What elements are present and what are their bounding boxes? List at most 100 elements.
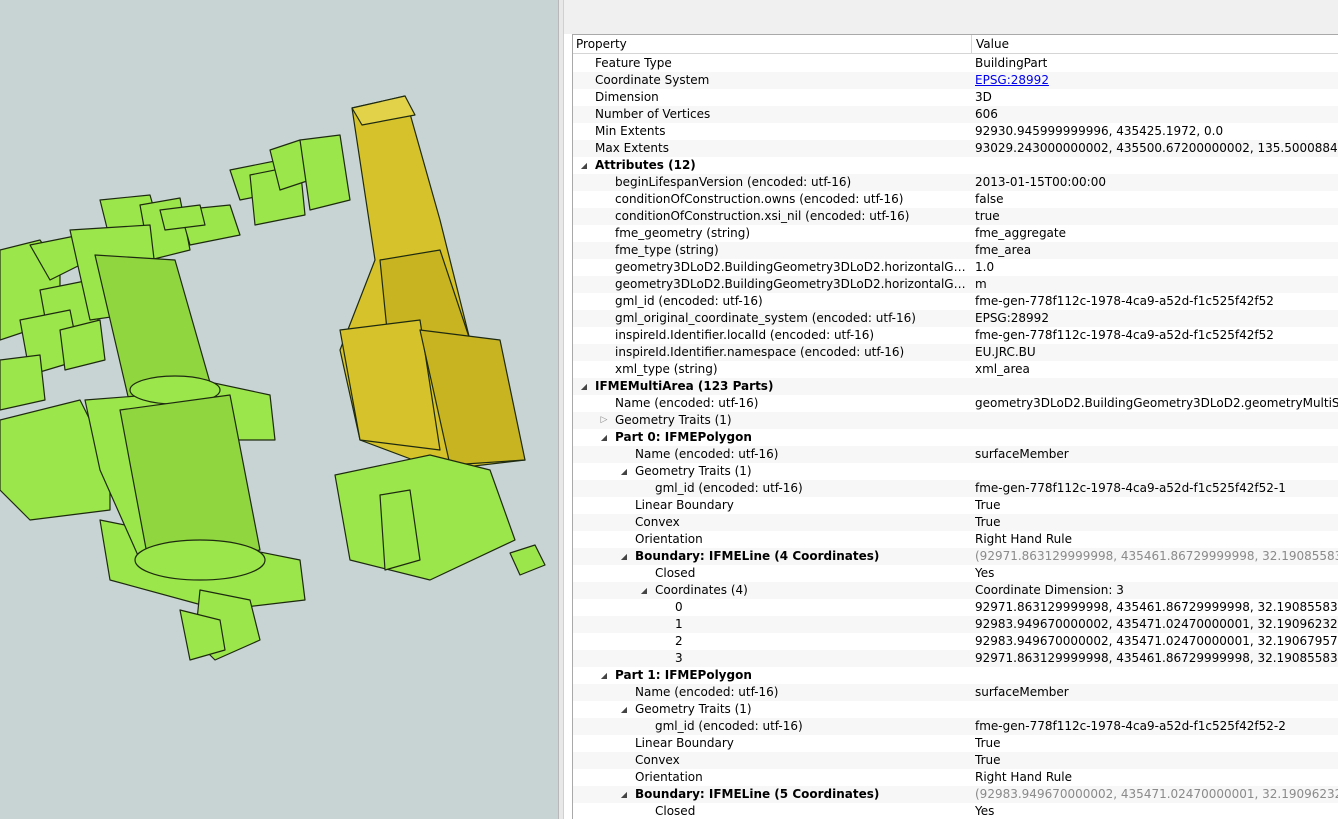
property-name: Boundary: IFMELine (5 Coordinates): [635, 787, 880, 801]
property-value: Right Hand Rule: [975, 532, 1072, 546]
property-value: 93029.243000000002, 435500.67200000002, …: [975, 141, 1338, 155]
property-name: gml_id (encoded: utf-16): [615, 294, 763, 308]
tree-row[interactable]: 1 92983.949670000002, 435471.02470000001,…: [573, 616, 1338, 633]
tree-row[interactable]: Max Extents 93029.243000000002, 435500.67…: [573, 140, 1338, 157]
tree-row[interactable]: Name (encoded: utf-16) geometry3DLoD2.Bui…: [573, 395, 1338, 412]
feature-property-tree[interactable]: Property Value Feature Type BuildingPart C…: [572, 34, 1338, 819]
tree-row[interactable]: ◢ Boundary: IFMELine (4 Coordinates) (9297…: [573, 548, 1338, 565]
tree-row[interactable]: geometry3DLoD2.BuildingGeometry3DLoD2.ho…: [573, 259, 1338, 276]
property-value: fme_area: [975, 243, 1032, 257]
column-header-value[interactable]: Value: [976, 37, 1009, 51]
tree-row[interactable]: 3 92971.863129999998, 435461.86729999998,…: [573, 650, 1338, 667]
tree-row[interactable]: ◢ IFMEMultiArea (123 Parts): [573, 378, 1338, 395]
expanded-triangle-icon[interactable]: ◢: [599, 429, 609, 446]
tree-row[interactable]: gml_id (encoded: utf-16) fme-gen-778f112c…: [573, 718, 1338, 735]
tree-row[interactable]: ◢ Geometry Traits (1): [573, 701, 1338, 718]
property-value: True: [975, 515, 1001, 529]
tree-row[interactable]: Feature Type BuildingPart: [573, 55, 1338, 72]
tree-row[interactable]: Min Extents 92930.945999999996, 435425.19…: [573, 123, 1338, 140]
tree-row[interactable]: inspireId.Identifier.localId (encoded: u…: [573, 327, 1338, 344]
property-value: true: [975, 209, 1000, 223]
property-value: (92971.863129999998, 435461.86729999998,…: [975, 549, 1338, 563]
tree-row[interactable]: Linear Boundary True: [573, 735, 1338, 752]
tree-row[interactable]: geometry3DLoD2.BuildingGeometry3DLoD2.ho…: [573, 276, 1338, 293]
property-name: Coordinate System: [595, 73, 710, 87]
tree-row[interactable]: Linear Boundary True: [573, 497, 1338, 514]
property-name: Geometry Traits (1): [615, 413, 732, 427]
coordinate-system-link[interactable]: EPSG:28992: [975, 72, 1049, 89]
tree-row[interactable]: 0 92971.863129999998, 435461.86729999998,…: [573, 599, 1338, 616]
tree-row[interactable]: ◢ Coordinates (4) Coordinate Dimension: 3: [573, 582, 1338, 599]
property-value: 92971.863129999998, 435461.86729999998, …: [975, 651, 1338, 665]
column-header-property[interactable]: Property: [576, 37, 627, 51]
property-value: 92971.863129999998, 435461.86729999998, …: [975, 600, 1338, 614]
tree-row[interactable]: Name (encoded: utf-16) surfaceMember: [573, 446, 1338, 463]
3d-viewport[interactable]: [0, 0, 558, 819]
tree-row[interactable]: Coordinate System EPSG:28992: [573, 72, 1338, 89]
tree-row[interactable]: Closed Yes: [573, 565, 1338, 582]
panel-toolbar: [564, 0, 1338, 34]
property-value: True: [975, 753, 1001, 767]
tree-row[interactable]: Closed Yes: [573, 803, 1338, 819]
tree-row[interactable]: fme_geometry (string) fme_aggregate: [573, 225, 1338, 242]
expanded-triangle-icon[interactable]: ◢: [579, 157, 589, 174]
expanded-triangle-icon[interactable]: ◢: [619, 463, 629, 480]
property-name: Part 1: IFMEPolygon: [615, 668, 752, 682]
tree-row[interactable]: gml_original_coordinate_system (encoded:…: [573, 310, 1338, 327]
tree-row[interactable]: ◢ Boundary: IFMELine (5 Coordinates) (9298…: [573, 786, 1338, 803]
tree-row[interactable]: Orientation Right Hand Rule: [573, 769, 1338, 786]
feature-information-panel: Property Value Feature Type BuildingPart C…: [564, 0, 1338, 819]
tree-row[interactable]: conditionOfConstruction.owns (encoded: u…: [573, 191, 1338, 208]
tree-row[interactable]: Name (encoded: utf-16) surfaceMember: [573, 684, 1338, 701]
tree-row[interactable]: inspireId.Identifier.namespace (encoded:…: [573, 344, 1338, 361]
property-value: True: [975, 498, 1001, 512]
tree-row[interactable]: Convex True: [573, 752, 1338, 769]
tree-row[interactable]: Orientation Right Hand Rule: [573, 531, 1338, 548]
property-name: Feature Type: [595, 56, 672, 70]
property-name: IFMEMultiArea (123 Parts): [595, 379, 774, 393]
tree-row[interactable]: xml_type (string) xml_area: [573, 361, 1338, 378]
expanded-triangle-icon[interactable]: ◢: [599, 667, 609, 684]
tree-row[interactable]: ◢ Attributes (12): [573, 157, 1338, 174]
property-name: Part 0: IFMEPolygon: [615, 430, 752, 444]
expanded-triangle-icon[interactable]: ◢: [579, 378, 589, 395]
tree-row[interactable]: fme_type (string) fme_area: [573, 242, 1338, 259]
property-value: Yes: [975, 804, 995, 818]
tree-row[interactable]: Convex True: [573, 514, 1338, 531]
property-value: EPSG:28992: [975, 311, 1049, 325]
property-value: 92983.949670000002, 435471.02470000001, …: [975, 617, 1338, 631]
property-value: xml_area: [975, 362, 1030, 376]
property-value: fme-gen-778f112c-1978-4ca9-a52d-f1c525f4…: [975, 481, 1286, 495]
property-name: Geometry Traits (1): [635, 702, 752, 716]
property-name: fme_type (string): [615, 243, 719, 257]
tree-row[interactable]: ◢ Geometry Traits (1): [573, 463, 1338, 480]
property-value: 1.0: [975, 260, 995, 274]
property-name: beginLifespanVersion (encoded: utf-16): [615, 175, 852, 189]
property-value: 3D: [975, 90, 992, 104]
expanded-triangle-icon[interactable]: ◢: [619, 786, 629, 803]
tree-row[interactable]: Dimension 3D: [573, 89, 1338, 106]
tree-row[interactable]: gml_id (encoded: utf-16) fme-gen-778f112c…: [573, 480, 1338, 497]
property-name: Name (encoded: utf-16): [635, 447, 779, 461]
tree-row[interactable]: beginLifespanVersion (encoded: utf-16) 20…: [573, 174, 1338, 191]
property-name: Convex: [635, 753, 680, 767]
collapsed-triangle-icon[interactable]: ▷: [599, 412, 609, 429]
tree-row[interactable]: gml_id (encoded: utf-16) fme-gen-778f112c…: [573, 293, 1338, 310]
expanded-triangle-icon[interactable]: ◢: [619, 548, 629, 565]
tree-row[interactable]: conditionOfConstruction.xsi_nil (encoded…: [573, 208, 1338, 225]
tree-row[interactable]: ▷ Geometry Traits (1): [573, 412, 1338, 429]
property-value: fme-gen-778f112c-1978-4ca9-a52d-f1c525f4…: [975, 719, 1286, 733]
expanded-triangle-icon[interactable]: ◢: [619, 701, 629, 718]
property-value: 92983.949670000002, 435471.02470000001, …: [975, 634, 1338, 648]
tree-row[interactable]: ◢ Part 1: IFMEPolygon: [573, 667, 1338, 684]
tree-row[interactable]: Number of Vertices 606: [573, 106, 1338, 123]
property-name: 0: [675, 600, 683, 614]
tree-header: Property Value: [573, 35, 1338, 54]
tree-row[interactable]: 2 92983.949670000002, 435471.02470000001,…: [573, 633, 1338, 650]
tree-row[interactable]: ◢ Part 0: IFMEPolygon: [573, 429, 1338, 446]
expanded-triangle-icon[interactable]: ◢: [639, 582, 649, 599]
property-name: conditionOfConstruction.owns (encoded: u…: [615, 192, 904, 206]
property-name: xml_type (string): [615, 362, 718, 376]
property-value: 92930.945999999996, 435425.1972, 0.0: [975, 124, 1224, 138]
property-name: gml_id (encoded: utf-16): [655, 719, 803, 733]
